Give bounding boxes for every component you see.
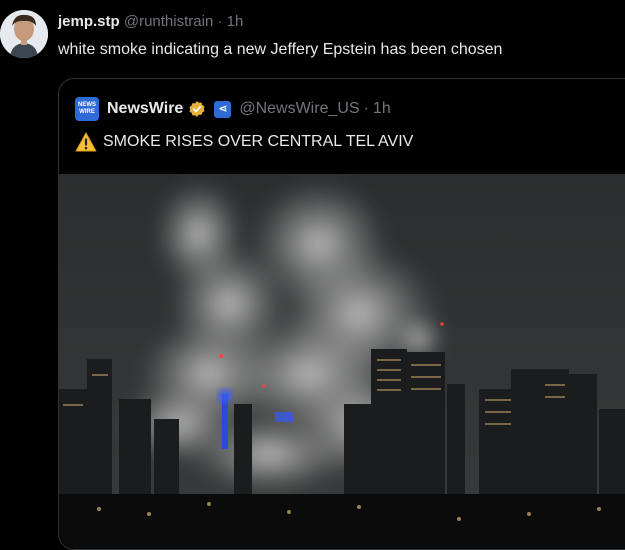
- quoted-post-header: NEWS WIRE NewsWire ⋖ @NewsWire_US · 1h: [75, 97, 391, 121]
- logo-text-top: NEWS: [78, 102, 96, 108]
- quoted-post-image[interactable]: [59, 174, 625, 549]
- quoted-post-timestamp[interactable]: 1h: [373, 98, 391, 120]
- author-handle[interactable]: @runthistrain: [124, 13, 213, 30]
- quoted-post-text: SMOKE RISES OVER CENTRAL TEL AVIV: [103, 133, 414, 150]
- affiliate-badge-icon[interactable]: ⋖: [214, 100, 232, 118]
- warning-icon: [75, 132, 97, 152]
- avatar[interactable]: [0, 10, 48, 58]
- post-timestamp[interactable]: 1h: [227, 13, 244, 30]
- newswire-logo-icon[interactable]: NEWS WIRE: [75, 97, 99, 121]
- quoted-post-card[interactable]: NEWS WIRE NewsWire ⋖ @NewsWire_US · 1h S…: [58, 78, 625, 550]
- smoke-city-photo: [59, 174, 625, 549]
- verified-badge-icon[interactable]: [188, 100, 206, 118]
- logo-text-bottom: WIRE: [79, 109, 95, 115]
- quoted-author-handle[interactable]: @NewsWire_US: [239, 98, 359, 120]
- quoted-post-text-row: SMOKE RISES OVER CENTRAL TEL AVIV: [75, 131, 413, 153]
- author-display-name[interactable]: jemp.stp: [58, 13, 120, 30]
- separator-dot: ·: [363, 100, 369, 117]
- post-text: white smoke indicating a new Jeffery Eps…: [58, 41, 503, 58]
- separator-dot: ·: [217, 13, 223, 30]
- quoted-author-display-name[interactable]: NewsWire: [107, 98, 183, 120]
- post-header: jemp.stp @runthistrain · 1h: [58, 12, 243, 32]
- avatar-image: [0, 10, 48, 58]
